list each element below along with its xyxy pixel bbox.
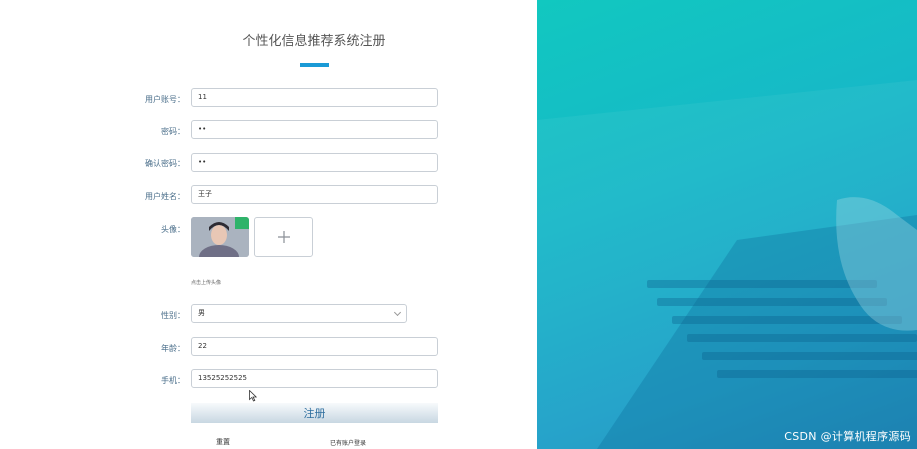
user-name-input[interactable]: 王子 bbox=[191, 185, 438, 204]
avatar-label: 头像： bbox=[161, 225, 185, 234]
phone-input[interactable]: 13525252525 bbox=[191, 369, 438, 388]
login-link[interactable]: 已有账户登录 bbox=[330, 438, 366, 447]
page-title: 个性化信息推荐系统注册 bbox=[242, 34, 386, 49]
register-panel: 个性化信息推荐系统注册 用户账号： 11 密码： •• 确认密码： •• 用户姓… bbox=[0, 0, 537, 449]
avatar-image[interactable] bbox=[191, 217, 249, 257]
laptop-keyboard-illustration bbox=[537, 80, 917, 449]
register-button[interactable]: 注册 bbox=[191, 403, 438, 423]
reset-button[interactable]: 重置 bbox=[216, 437, 230, 447]
gender-select[interactable]: 男 bbox=[191, 304, 407, 323]
hero-image: CSDN @计算机程序源码 bbox=[537, 0, 917, 449]
watermark-text: CSDN @计算机程序源码 bbox=[784, 430, 911, 443]
title-underline bbox=[300, 63, 329, 67]
avatar-upload-button[interactable] bbox=[254, 217, 313, 257]
avatar-upload-hint: 点击上传头像 bbox=[191, 280, 222, 286]
user-name-label: 用户姓名： bbox=[145, 192, 185, 201]
gender-label: 性别： bbox=[161, 311, 185, 320]
mouse-pointer-icon bbox=[249, 390, 257, 402]
confirm-password-input[interactable]: •• bbox=[191, 153, 438, 172]
account-input[interactable]: 11 bbox=[191, 88, 438, 107]
avatar-photo-icon bbox=[191, 217, 249, 257]
confirm-password-label: 确认密码： bbox=[145, 159, 185, 168]
phone-label: 手机： bbox=[161, 376, 185, 385]
age-label: 年龄： bbox=[161, 344, 185, 353]
password-label: 密码： bbox=[161, 127, 185, 136]
account-label: 用户账号： bbox=[145, 95, 185, 104]
plus-icon bbox=[277, 231, 290, 243]
password-input[interactable]: •• bbox=[191, 120, 438, 139]
age-input[interactable]: 22 bbox=[191, 337, 438, 356]
